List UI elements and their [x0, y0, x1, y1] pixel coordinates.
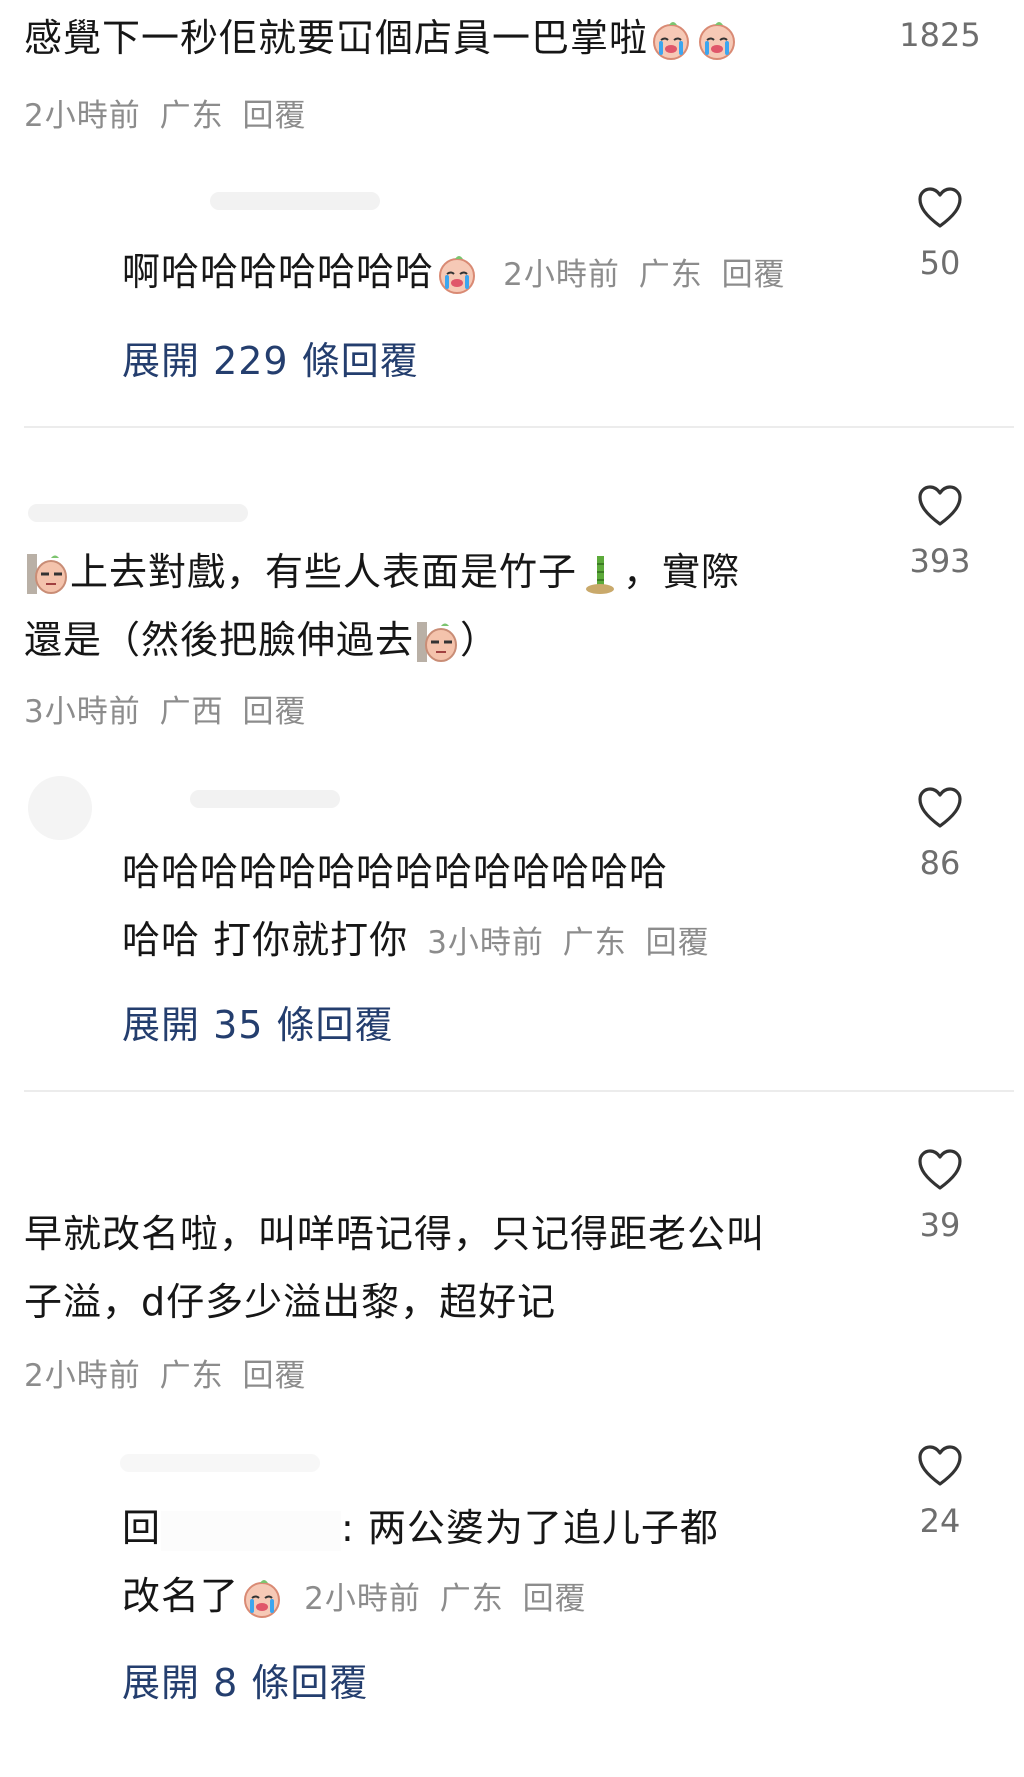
comment-2-text: 啊哈哈哈哈哈哈哈 2小時前 广东 回覆 [122, 238, 794, 309]
comment-3-region: 广西 [159, 694, 224, 730]
comment-5-meta: 2小時前 广东 回覆 [24, 1350, 314, 1395]
comment-6-region: 广东 [439, 1581, 504, 1617]
crying-face-icon [435, 249, 479, 294]
comment-4-like-count: 86 [919, 844, 961, 882]
comment-4-text: 哈哈哈哈哈哈哈哈哈哈哈哈哈哈 哈哈 打你就打你 3小時前 广东 回覆 [122, 838, 822, 977]
comment-3-body-a: 上去對戲，有些人表面是竹子 [70, 550, 578, 594]
comment-1-like-count: 1825 [899, 16, 981, 54]
heart-outline-icon [918, 1149, 962, 1190]
comment-2-username-placeholder [210, 192, 380, 210]
divider [24, 1090, 1014, 1092]
comment-6-prefix: 回 [122, 1506, 162, 1550]
comment-6-expand-replies[interactable]: 展開 8 條回覆 [122, 1652, 368, 1707]
comment-3-meta: 3小時前 广西 回覆 [24, 686, 314, 731]
comment-4-username-placeholder [190, 790, 340, 808]
comment-6-like[interactable]: 24 [892, 1444, 988, 1540]
comment-1-time: 2小時前 [24, 98, 141, 134]
comment-6-meta: 2小時前 广东 回覆 [304, 1581, 594, 1617]
crying-face-icon [649, 15, 693, 60]
comment-1-like[interactable]: 1825 [892, 16, 988, 54]
comment-4-avatar[interactable] [28, 776, 92, 840]
comment-4-reply-button[interactable]: 回覆 [646, 925, 710, 961]
comment-5-region: 广东 [159, 1358, 224, 1394]
comment-5-reply-button[interactable]: 回覆 [242, 1358, 306, 1394]
comment-3-body-b: ，實際 [623, 550, 741, 594]
comment-6-text: 回 : 两公婆为了追儿子都 改名了 2小時前 广东 回覆 [122, 1494, 842, 1633]
comment-3-username-placeholder [28, 504, 248, 522]
comment-3-body-d: ） [460, 618, 500, 662]
comment-3-reply-button[interactable]: 回覆 [242, 694, 306, 730]
comment-5-body-b: 子溢，d仔多少溢出黎，超好记 [24, 1280, 557, 1324]
comment-2-body: 啊哈哈哈哈哈哈哈 [122, 250, 435, 294]
divider [24, 426, 1014, 428]
comment-4-region: 广东 [562, 925, 627, 961]
heart-outline-icon [918, 1445, 962, 1486]
comment-6-body-b: 改名了 [122, 1574, 240, 1618]
comment-2-like[interactable]: 50 [892, 186, 988, 282]
comment-6-reply-button[interactable]: 回覆 [523, 1581, 587, 1617]
heart-outline-icon [918, 787, 962, 828]
comment-5-like[interactable]: 39 [892, 1148, 988, 1244]
comment-4-meta: 3小時前 广东 回覆 [427, 925, 717, 961]
heart-outline-icon [918, 187, 962, 228]
comment-1-text: 感覺下一秒佢就要冚個店員一巴掌啦 [24, 4, 740, 72]
comment-6-like-count: 24 [919, 1502, 961, 1540]
peeking-face-icon [25, 549, 69, 594]
comment-4-expand-replies[interactable]: 展開 35 條回覆 [122, 994, 394, 1049]
comment-1-region: 广东 [159, 98, 224, 134]
comment-2-time: 2小時前 [503, 257, 620, 293]
comment-6-username-placeholder [120, 1454, 320, 1472]
heart-outline-icon [918, 485, 962, 526]
comment-4-body-a: 哈哈哈哈哈哈哈哈哈哈哈哈哈哈 [122, 850, 669, 894]
comment-4-time: 3小時前 [427, 925, 544, 961]
comment-1-meta: 2小時前 广东 回覆 [24, 90, 314, 135]
comment-4-like[interactable]: 86 [892, 786, 988, 882]
comment-3-text: 上去對戲，有些人表面是竹子 ，實際 還是（然後把臉伸過去 ） [24, 538, 844, 674]
peeking-face-icon [415, 617, 459, 662]
comment-3-body-c: 還是（然後把臉伸過去 [24, 618, 415, 662]
comment-1-body: 感覺下一秒佢就要冚個店員一巴掌啦 [24, 16, 649, 60]
comment-2-meta: 2小時前 广东 回覆 [503, 257, 793, 293]
crying-face-icon [240, 1573, 284, 1618]
comment-3-like[interactable]: 393 [892, 484, 988, 580]
comment-2-reply-button[interactable]: 回覆 [722, 257, 786, 293]
comment-3-like-count: 393 [909, 542, 971, 580]
bamboo-icon [578, 549, 622, 594]
comment-6-body-a: : 两公婆为了追儿子都 [341, 1506, 719, 1550]
comment-3-time: 3小時前 [24, 694, 141, 730]
crying-face-icon [695, 15, 739, 60]
comment-5-body-a: 早就改名啦，叫咩唔记得，只记得距老公叫 [24, 1212, 766, 1256]
comment-5-text: 早就改名啦，叫咩唔记得，只记得距老公叫 子溢，d仔多少溢出黎，超好记 [24, 1200, 874, 1336]
comment-4-body-b: 哈哈 打你就打你 [122, 918, 409, 962]
comment-2-like-count: 50 [919, 244, 961, 282]
comment-2-region: 广东 [638, 257, 703, 293]
comment-1-reply-button[interactable]: 回覆 [242, 98, 306, 134]
comment-5-like-count: 39 [919, 1206, 961, 1244]
comment-2-expand-replies[interactable]: 展開 229 條回覆 [122, 330, 419, 385]
comment-6-time: 2小時前 [304, 1581, 421, 1617]
comment-5-time: 2小時前 [24, 1358, 141, 1394]
redacted-username [161, 1510, 342, 1551]
